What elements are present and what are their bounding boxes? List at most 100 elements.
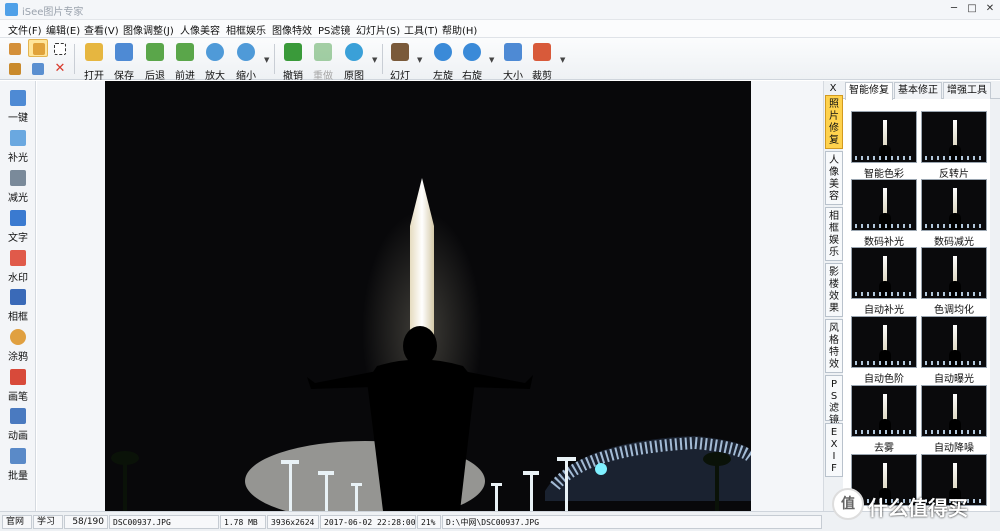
frame-icon [10, 289, 26, 305]
original-dropdown-arrow-icon[interactable]: ▼ [372, 56, 377, 64]
animation-button[interactable]: 动画 [0, 403, 36, 442]
site-watermark: 值 什么值得买 [832, 484, 992, 524]
brush-button[interactable]: 画笔 [0, 364, 36, 403]
main-toolbar: ✕ 打开 保存 后退 前进 放大 缩小 ▼ 撤销 重做 原图 ▼ 幻灯 ▼ 左旋… [0, 38, 1000, 82]
fill-light-icon [10, 130, 26, 146]
reduce-light-button[interactable]: 减光 [0, 165, 36, 204]
forward-photo-icon [176, 43, 194, 61]
rotate-dropdown-arrow-icon[interactable]: ▼ [489, 56, 494, 64]
effect-label: 数码减光 [934, 237, 974, 248]
batch-icon [9, 63, 21, 75]
maximize-button[interactable]: □ [965, 3, 979, 15]
select-rect-button[interactable] [50, 40, 70, 58]
effect-label: 去雾 [874, 443, 894, 454]
photo-night-monument [105, 81, 751, 511]
effect-auto-levels[interactable]: 自动色阶 [851, 316, 917, 385]
one-click-button[interactable]: 一键 [0, 85, 36, 124]
text-tool-button[interactable]: 文字 [0, 205, 36, 244]
hand-tool-button[interactable] [28, 39, 48, 57]
tab-photo-repair[interactable]: 照片修复 [825, 95, 843, 149]
effect-tone-equalize[interactable]: 色调均化 [921, 247, 987, 316]
tab-style-effects[interactable]: 风格特效 [825, 319, 843, 373]
effect-thumbnail [851, 179, 917, 231]
delete-button[interactable]: ✕ [50, 60, 70, 78]
tab-studio-effects[interactable]: 影楼效果 [825, 263, 843, 317]
menu-help[interactable]: 帮助(H) [442, 22, 477, 37]
close-button[interactable]: ✕ [983, 3, 997, 15]
watermark-label: 水印 [8, 273, 28, 284]
effect-auto-exposure[interactable]: 自动曝光 [921, 316, 987, 385]
batch-process-button[interactable]: 批量 [0, 443, 36, 482]
thumbnail-view-button[interactable] [5, 40, 25, 58]
tab-frame-fun[interactable]: 相框娱乐 [825, 207, 843, 261]
slideshow-film-icon [391, 43, 409, 61]
frame-button[interactable]: 相框 [0, 284, 36, 323]
effect-label: 自动补光 [864, 305, 904, 316]
slideshow-label: 幻灯 [390, 71, 410, 82]
crop-dropdown-arrow-icon[interactable]: ▼ [560, 56, 565, 64]
file-path: D:\中网\DSC00937.JPG [442, 515, 822, 529]
learn-link[interactable]: 学习 [33, 515, 63, 529]
menu-image-adjust[interactable]: 图像调整(J) [123, 22, 174, 37]
menu-edit[interactable]: 编辑(E) [46, 22, 80, 37]
image-canvas[interactable] [37, 81, 823, 511]
menu-file[interactable]: 文件(F) [8, 22, 42, 37]
effect-thumbnail [921, 316, 987, 368]
effect-thumbnail [921, 385, 987, 437]
effect-reversal-film[interactable]: 反转片 [921, 111, 987, 180]
doodle-button[interactable]: 涂鸦 [0, 324, 36, 363]
official-site-link[interactable]: 官网 [2, 515, 32, 529]
animation-label: 动画 [8, 431, 28, 442]
effects-panel: 智能修复 基本修正 增强工具 智能色彩 反转片 数码补光 数码减光 自动补光 色… [843, 81, 1000, 511]
watermark-button[interactable]: 水印 [0, 245, 36, 284]
menu-effects[interactable]: 图像特效 [272, 22, 312, 37]
tab-smart-repair[interactable]: 智能修复 [845, 82, 893, 100]
effects-tabs: 智能修复 基本修正 增强工具 [843, 81, 1000, 100]
menu-frames[interactable]: 相框娱乐 [226, 22, 266, 37]
effect-dehaze[interactable]: 去雾 [851, 385, 917, 454]
zoom-out-label: 缩小 [236, 71, 256, 82]
zoom-in-icon [206, 43, 224, 61]
effect-smart-color[interactable]: 智能色彩 [851, 111, 917, 180]
effects-scrollbar[interactable] [990, 99, 1000, 511]
minimize-button[interactable]: ─ [947, 3, 961, 15]
effect-thumbnail [851, 247, 917, 299]
tab-ps-filters[interactable]: PS滤镜 [825, 375, 843, 426]
effect-auto-denoise[interactable]: 自动降噪 [921, 385, 987, 454]
redo-arrow-icon [314, 43, 332, 61]
fill-light-button[interactable]: 补光 [0, 125, 36, 164]
menu-portrait[interactable]: 人像美容 [180, 22, 220, 37]
menu-view[interactable]: 查看(V) [84, 22, 119, 37]
menu-slideshow[interactable]: 幻灯片(S) [356, 22, 400, 37]
panel-close-button[interactable]: X [823, 83, 843, 94]
effect-digital-reduce[interactable]: 数码减光 [921, 179, 987, 248]
brush-icon [10, 369, 26, 385]
watermark-badge: 值 [832, 488, 864, 520]
menu-tools[interactable]: 工具(T) [404, 22, 438, 37]
resize-icon [504, 43, 522, 61]
original-button[interactable]: 原图 [339, 42, 369, 82]
tab-exif[interactable]: EXIF [825, 423, 843, 477]
tab-portrait-beauty[interactable]: 人像美容 [825, 151, 843, 205]
effect-label: 智能色彩 [864, 169, 904, 180]
original-ring-icon [345, 43, 363, 61]
delete-x-icon: ✕ [54, 61, 66, 76]
zoom-out-button[interactable]: 缩小 [231, 42, 261, 82]
tab-basic-correction[interactable]: 基本修正 [894, 82, 942, 99]
cyan-lamp [595, 463, 607, 475]
rotate-right-button[interactable]: 右旋 [457, 42, 487, 82]
slideshow-button[interactable]: 幻灯 [385, 42, 415, 82]
menu-ps-filters[interactable]: PS滤镜 [318, 22, 350, 37]
slideshow-dropdown-arrow-icon[interactable]: ▼ [417, 56, 422, 64]
compare-button[interactable] [28, 60, 48, 78]
effect-auto-fill[interactable]: 自动补光 [851, 247, 917, 316]
tab-enhance-tools[interactable]: 增强工具 [943, 82, 991, 99]
left-tool-panel: 一键 补光 减光 文字 水印 相框 涂鸦 画笔 动画 批量 [0, 81, 36, 511]
batch-button[interactable] [5, 60, 25, 78]
text-tool-icon [10, 210, 26, 226]
original-label: 原图 [344, 71, 364, 82]
effect-thumbnail [851, 316, 917, 368]
effect-digital-fill[interactable]: 数码补光 [851, 179, 917, 248]
zoom-dropdown-arrow-icon[interactable]: ▼ [264, 56, 269, 64]
crop-button[interactable]: 裁剪 [527, 42, 557, 82]
